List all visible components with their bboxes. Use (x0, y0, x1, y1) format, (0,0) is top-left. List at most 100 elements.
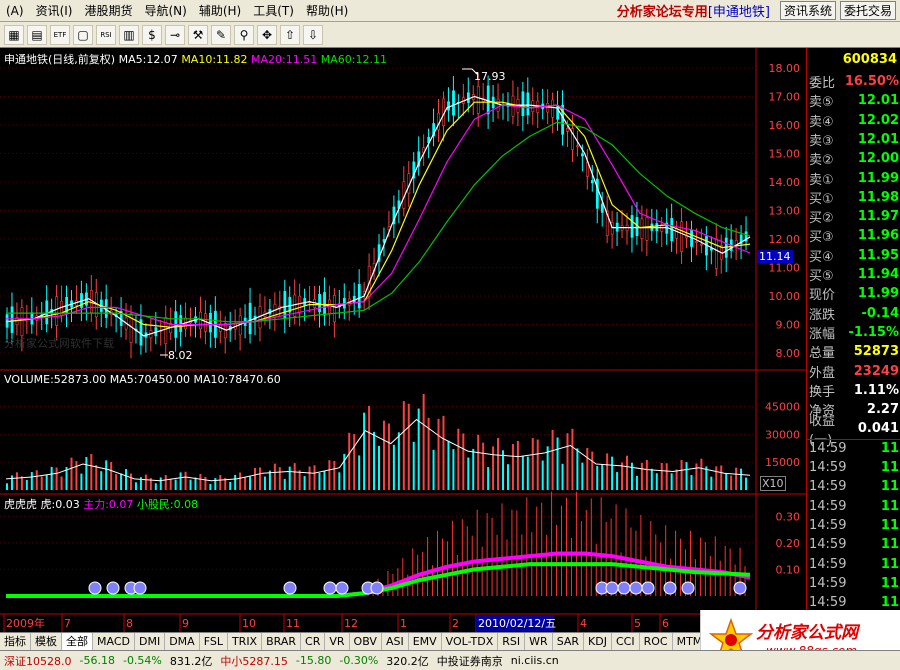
signal-marker (617, 581, 631, 595)
quote-label: 卖② (809, 153, 834, 169)
volume-bar (125, 469, 128, 490)
candle-body (318, 293, 321, 313)
news-icon[interactable]: ▤ (27, 24, 47, 45)
down-arrow-icon[interactable]: ⇩ (303, 24, 323, 45)
info-system-button[interactable]: 资讯系统 (779, 1, 836, 20)
menu-item-nav[interactable]: 导航(N) (139, 2, 193, 19)
volume-bar (373, 431, 376, 490)
indicator-tab[interactable]: EMV (409, 632, 442, 651)
candle-body (675, 228, 679, 239)
volume-title: VOLUME:52873.00 (4, 373, 107, 386)
tile-icon[interactable]: ▥ (119, 24, 139, 45)
indicator-tab[interactable]: RSI (498, 632, 526, 651)
indicator-tab[interactable]: KDJ (584, 632, 612, 651)
chart-area[interactable]: 18.00 17.00 16.00 15.00 14.00 13.00 12.00 11.00… (0, 48, 806, 632)
zoom-icon[interactable]: ⚲ (234, 24, 254, 45)
signal-marker (733, 581, 747, 595)
trade-button[interactable]: 委托交易 (839, 1, 896, 20)
etf-icon[interactable]: ETF (50, 24, 70, 45)
dollar-icon[interactable]: $ (142, 24, 162, 45)
y-tick-label: 18.00 (769, 62, 801, 75)
y-tick-label: 8.00 (776, 347, 801, 360)
indicator-tab[interactable]: ASI (382, 632, 409, 651)
y-tick-label: 0.30 (776, 510, 801, 523)
indicator-tab[interactable]: DMA (165, 632, 200, 651)
menu-item-hk[interactable]: 港股期货 (78, 2, 138, 19)
quote-row: 买④ 11.95 (807, 246, 900, 265)
menu-item-a[interactable]: (A) (0, 4, 30, 18)
indicator-tab[interactable]: BRAR (262, 632, 302, 651)
indicator-tab[interactable]: 模板 (31, 632, 62, 651)
bar-chart-icon[interactable]: ▦ (4, 24, 24, 45)
up-arrow-icon[interactable]: ⇧ (280, 24, 300, 45)
high-price-label: 17.93 (474, 70, 506, 83)
y-tick-label: 14.00 (769, 176, 801, 189)
quote-value: 12.01 (857, 93, 899, 109)
volume-bar (477, 434, 480, 490)
quote-value: 2.27 (866, 402, 899, 418)
menu-item-aux[interactable]: 辅助(H) (193, 2, 247, 19)
quote-row: 14:59 11 (807, 458, 900, 477)
quote-label: 买③ (809, 230, 834, 246)
quote-label: 买② (809, 211, 834, 227)
quote-label: 买④ (809, 249, 834, 265)
y-tick-label: 9.00 (776, 319, 801, 332)
volume-bar (194, 477, 197, 490)
candle-body (600, 203, 604, 213)
quote-label: 总量 (809, 346, 836, 362)
quote-label: 14:59 (809, 440, 847, 456)
volume-bar (645, 459, 648, 490)
volume-bar (655, 473, 658, 490)
link-icon[interactable]: ⊸ (165, 24, 185, 45)
quote-value: 11.98 (857, 189, 899, 205)
volume-bar (25, 479, 28, 490)
menu-item-tools[interactable]: 工具(T) (247, 2, 300, 19)
indicator-tab[interactable]: 全部 (62, 632, 93, 651)
quote-label: 卖⑤ (809, 95, 834, 111)
indicator-tab[interactable]: VOL-TDX (442, 632, 499, 651)
tools-icon[interactable]: ⚒ (188, 24, 208, 45)
indicator-tab[interactable]: SAR (553, 632, 585, 651)
quote-value: 11 (880, 440, 899, 456)
candle-body (561, 104, 565, 135)
volume-bar (611, 456, 614, 490)
window-icon[interactable]: ▢ (73, 24, 93, 45)
ma10-label: MA10:11.82 (181, 53, 248, 66)
indicator-tab[interactable]: MACD (93, 632, 135, 651)
quote-value: 11 (880, 479, 899, 495)
volume-bar (134, 482, 137, 490)
quote-label: 换手 (809, 384, 836, 400)
quote-row: 14:59 11 (807, 516, 900, 535)
candle-body (576, 145, 579, 148)
indicator-tab[interactable]: ROC (640, 632, 673, 651)
menu-item-info[interactable]: 资讯(I) (30, 2, 79, 19)
indicator-tab[interactable]: DMI (135, 632, 166, 651)
signal-marker (629, 581, 643, 595)
indicator-tab[interactable]: CR (301, 632, 326, 651)
x-tick-label: 12 (344, 617, 358, 630)
volume-bar (586, 447, 589, 490)
indicator-tab[interactable]: OBV (350, 632, 382, 651)
signal-marker (323, 581, 337, 595)
index-smb-pct: -0.30% (339, 654, 379, 667)
quote-row: 收益(一) 0.041 (807, 414, 900, 448)
pencil-icon[interactable]: ✎ (211, 24, 231, 45)
move-icon[interactable]: ✥ (257, 24, 277, 45)
y-tick-label: 45000 (765, 401, 800, 414)
volume-bar (511, 444, 514, 490)
indicator-tab[interactable]: CCI (612, 632, 640, 651)
menu-item-help[interactable]: 帮助(H) (300, 2, 354, 19)
indicator-tab[interactable]: TRIX (228, 632, 263, 651)
quote-row: 卖⑤ 12.01 (807, 91, 900, 110)
rsi-icon[interactable]: RSI (96, 24, 116, 45)
indicator-tab[interactable]: 指标 (0, 632, 31, 651)
candle-body (328, 299, 331, 315)
volume-bar (258, 467, 261, 490)
indicator-tab[interactable]: WR (525, 632, 553, 651)
chart-svg[interactable]: 18.0017.0016.0015.0014.0013.0012.0011.00… (0, 48, 806, 632)
indicator-tab[interactable]: FSL (200, 632, 228, 651)
x10-badge[interactable]: X10 (760, 476, 786, 491)
volume-bar (402, 401, 405, 490)
indicator-tab[interactable]: VR (325, 632, 350, 651)
volume-bar (640, 462, 643, 490)
